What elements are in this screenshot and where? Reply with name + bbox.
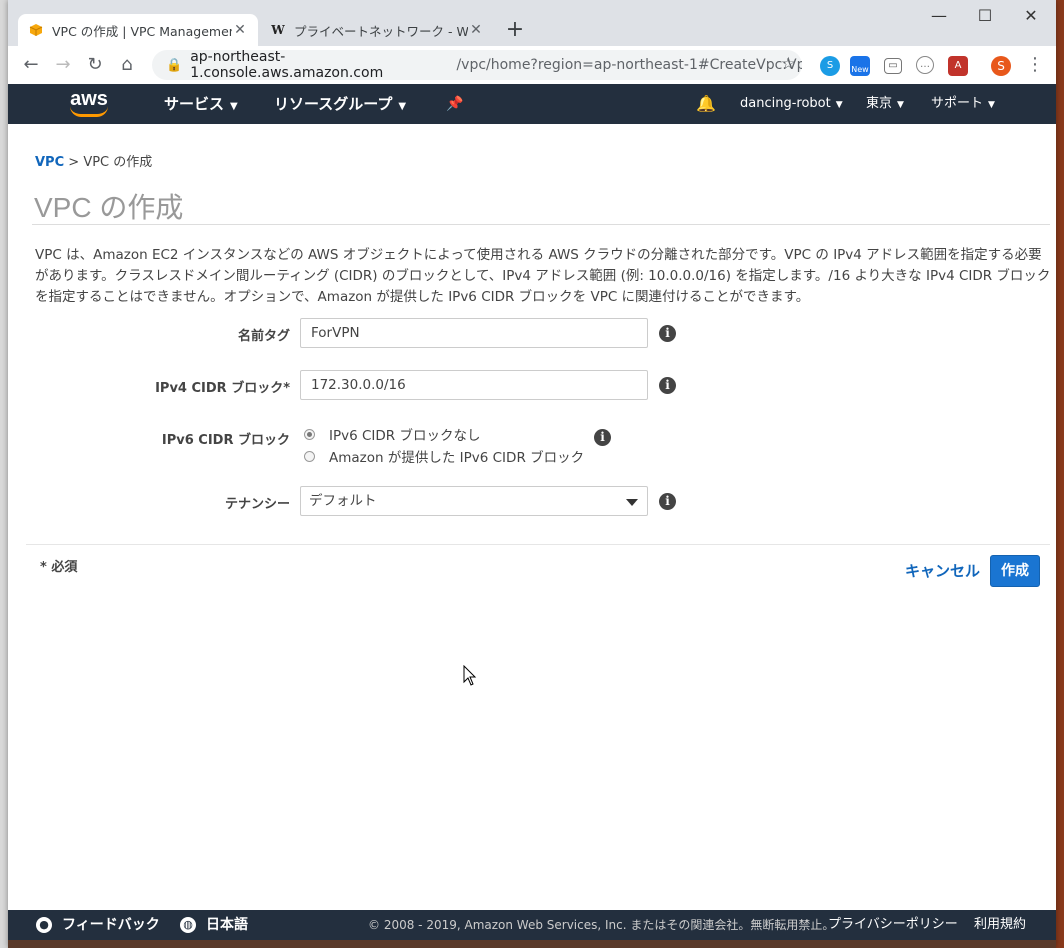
language-selector[interactable]: ◍ 日本語 bbox=[180, 910, 248, 940]
speech-bubble-icon: ● bbox=[36, 917, 52, 933]
browser-window: VPC の作成 | VPC Management C ✕ W プライベートネット… bbox=[8, 0, 1056, 948]
close-icon[interactable]: ✕ bbox=[468, 22, 484, 38]
back-arrow-icon[interactable]: ← bbox=[18, 52, 44, 78]
skype-icon[interactable]: S bbox=[820, 56, 840, 76]
breadcrumb: VPC > VPC の作成 bbox=[35, 151, 152, 170]
address-bar[interactable]: 🔒 ap-northeast-1.console.aws.amazon.com /… bbox=[152, 49, 802, 81]
feedback-link[interactable]: ● フィードバック bbox=[36, 910, 160, 940]
account-menu[interactable]: dancing-robot ▼ bbox=[740, 84, 843, 124]
pin-icon[interactable]: 📌 bbox=[446, 84, 463, 124]
tab-bar: VPC の作成 | VPC Management C ✕ W プライベートネット… bbox=[8, 0, 1056, 46]
wikipedia-w-icon: W bbox=[271, 23, 285, 37]
copyright-text: © 2008 - 2019, Amazon Web Services, Inc.… bbox=[368, 918, 835, 932]
aws-top-nav: aws サービス ▼ リソースグループ ▼ 📌 🔔 dancing-robot ▼ 東… bbox=[8, 84, 1056, 124]
ipv6-option-none[interactable]: IPv6 CIDR ブロックなし bbox=[304, 424, 480, 444]
aws-footer: ● フィードバック ◍ 日本語 © 2008 - 2019, Amazon Web … bbox=[8, 910, 1056, 940]
new-extension-icon[interactable]: New bbox=[850, 56, 870, 76]
lock-icon: 🔒 bbox=[166, 57, 183, 73]
reload-icon[interactable]: ↻ bbox=[82, 52, 108, 78]
tenancy-label: テナンシー bbox=[224, 497, 290, 512]
info-icon[interactable]: i bbox=[659, 493, 676, 510]
radio-button[interactable] bbox=[304, 450, 315, 462]
tab-vpc-create[interactable]: VPC の作成 | VPC Management C ✕ bbox=[18, 14, 258, 46]
tab-wikipedia[interactable]: W プライベートネットワーク - Wikipedia ✕ bbox=[260, 14, 494, 46]
caret-down-icon bbox=[626, 499, 638, 506]
chevron-down-icon: ▼ bbox=[835, 100, 843, 110]
info-icon[interactable]: i bbox=[659, 377, 676, 394]
chat-icon[interactable]: … bbox=[916, 56, 934, 74]
desktop-taskbar-strip bbox=[8, 940, 1056, 948]
form-divider bbox=[26, 544, 1050, 545]
breadcrumb-vpc-link[interactable]: VPC bbox=[35, 155, 64, 170]
ipv4-cidr-input[interactable]: 172.30.0.0/16 bbox=[300, 370, 648, 400]
create-button[interactable]: 作成 bbox=[990, 555, 1040, 587]
privacy-policy-link[interactable]: プライバシーポリシー bbox=[828, 910, 958, 940]
support-menu[interactable]: サポート ▼ bbox=[931, 84, 995, 124]
required-note: * 必須 bbox=[40, 560, 78, 575]
close-icon[interactable]: ✕ bbox=[232, 22, 248, 38]
info-icon[interactable]: i bbox=[659, 325, 676, 342]
breadcrumb-current: VPC の作成 bbox=[83, 155, 153, 170]
page-description: VPC は、Amazon EC2 インスタンスなどの AWS オブジェクトによっ… bbox=[35, 247, 1051, 305]
aws-box-icon bbox=[28, 22, 44, 38]
chevron-down-icon: ▼ bbox=[230, 101, 238, 112]
globe-icon: ◍ bbox=[180, 917, 196, 933]
forward-arrow-icon[interactable]: → bbox=[50, 52, 76, 78]
bookmark-star-icon[interactable]: ☆ bbox=[781, 54, 796, 74]
pdf-icon[interactable]: A bbox=[948, 56, 968, 76]
minimize-icon[interactable]: — bbox=[916, 4, 962, 28]
resource-groups-menu[interactable]: リソースグループ ▼ bbox=[274, 84, 406, 124]
menu-kebab-icon[interactable]: ⋮ bbox=[1026, 54, 1044, 75]
terms-link[interactable]: 利用規約 bbox=[974, 910, 1026, 940]
home-icon[interactable]: ⌂ bbox=[114, 52, 140, 78]
new-tab-button[interactable]: + bbox=[502, 17, 528, 43]
url-host: ap-northeast-1.console.aws.amazon.com bbox=[190, 49, 384, 81]
chevron-down-icon: ▼ bbox=[897, 100, 904, 110]
breadcrumb-separator: > bbox=[68, 155, 80, 170]
desktop-background bbox=[0, 0, 8, 948]
name-tag-label: 名前タグ bbox=[237, 329, 290, 344]
chevron-down-icon: ▼ bbox=[398, 101, 407, 112]
chevron-down-icon: ▼ bbox=[988, 100, 995, 110]
bell-icon[interactable]: 🔔 bbox=[696, 84, 716, 124]
mouse-cursor-icon bbox=[463, 665, 477, 686]
radio-button-checked[interactable] bbox=[304, 428, 315, 440]
tv-icon[interactable]: ▭ bbox=[884, 58, 902, 74]
aws-logo[interactable]: aws bbox=[66, 88, 112, 120]
browser-toolbar: ← → ↻ ⌂ 🔒 ap-northeast-1.console.aws.ama… bbox=[8, 46, 1056, 85]
ipv4-cidr-label: IPv4 CIDR ブロック* bbox=[155, 381, 290, 396]
tab-title: プライベートネットワーク - Wikipedia bbox=[294, 23, 468, 39]
services-menu[interactable]: サービス ▼ bbox=[164, 84, 238, 124]
tab-title: VPC の作成 | VPC Management C bbox=[52, 23, 232, 39]
url-path: /vpc/home?region=ap-northeast-1#CreateVp… bbox=[456, 57, 802, 73]
cancel-button[interactable]: キャンセル bbox=[905, 560, 980, 581]
tenancy-selected-value: デフォルト bbox=[309, 493, 377, 509]
region-menu[interactable]: 東京 ▼ bbox=[866, 84, 904, 124]
title-divider bbox=[32, 224, 1050, 225]
profile-avatar[interactable]: S bbox=[991, 56, 1011, 76]
window-close-icon[interactable]: ✕ bbox=[1008, 4, 1054, 28]
name-tag-input[interactable]: ForVPN bbox=[300, 318, 648, 348]
ipv6-option-amazon[interactable]: Amazon が提供した IPv6 CIDR ブロック bbox=[304, 446, 584, 466]
page-title: VPC の作成 bbox=[34, 192, 184, 223]
tenancy-select[interactable]: デフォルト bbox=[300, 486, 648, 516]
info-icon[interactable]: i bbox=[594, 429, 611, 446]
ipv6-cidr-label: IPv6 CIDR ブロック bbox=[161, 433, 290, 448]
maximize-icon[interactable]: ☐ bbox=[962, 4, 1008, 28]
